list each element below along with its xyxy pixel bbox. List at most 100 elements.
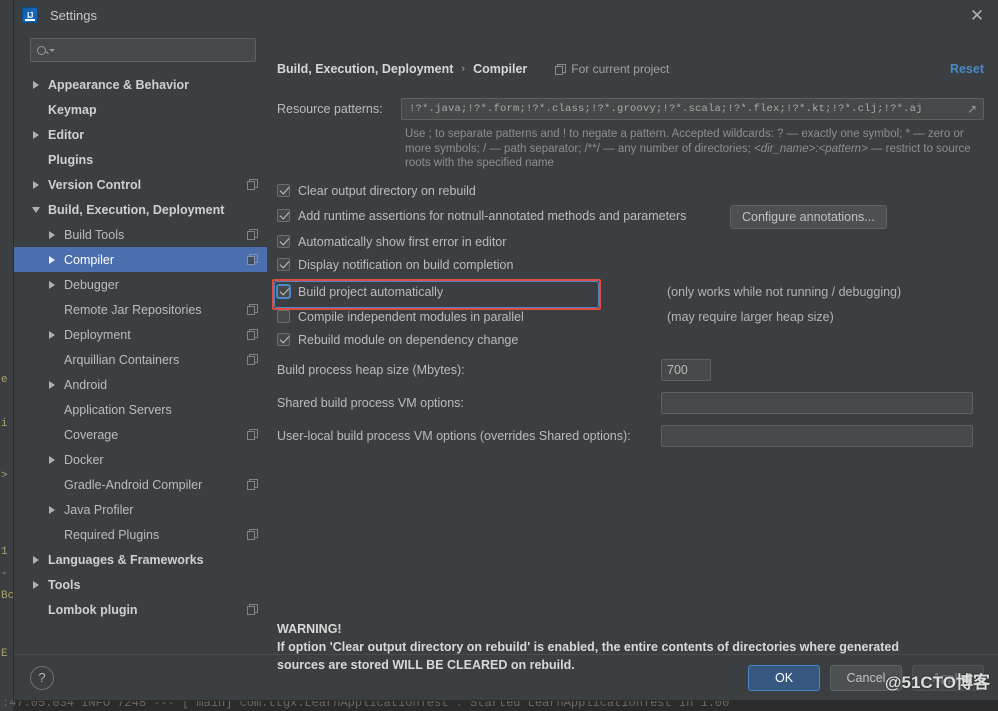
- chevron-right-icon[interactable]: [33, 130, 39, 139]
- chevron-down-icon[interactable]: [32, 206, 40, 213]
- project-scope-icon: [247, 229, 258, 240]
- checkbox-clear-output[interactable]: [277, 184, 290, 197]
- sidebar-item-deployment[interactable]: Deployment: [14, 322, 267, 347]
- sidebar-item-appearance-behavior[interactable]: Appearance & Behavior: [14, 72, 267, 97]
- chevron-right-icon[interactable]: [33, 555, 39, 564]
- tree-twisty[interactable]: [46, 380, 58, 389]
- breadcrumb-root[interactable]: Build, Execution, Deployment: [277, 62, 453, 76]
- chevron-right-icon[interactable]: [33, 80, 39, 89]
- sidebar-item-gradle-android-compiler[interactable]: Gradle-Android Compiler: [14, 472, 267, 497]
- help-icon[interactable]: ?: [30, 665, 54, 690]
- checkbox-runtime-assertions[interactable]: [277, 209, 290, 222]
- expand-editor-icon[interactable]: ↗: [967, 103, 979, 115]
- user-vm-options-input[interactable]: [661, 424, 973, 447]
- note-build-automatically: (only works while not running / debuggin…: [667, 284, 902, 299]
- sidebar-item-coverage[interactable]: Coverage: [14, 422, 267, 447]
- checkbox-row-display-notification[interactable]: Display notification on build completion: [277, 258, 984, 272]
- sidebar-item-tools[interactable]: Tools: [14, 572, 267, 597]
- sidebar-item-build-tools[interactable]: Build Tools: [14, 222, 267, 247]
- chevron-right-icon[interactable]: [49, 255, 55, 264]
- sidebar-item-languages-frameworks[interactable]: Languages & Frameworks: [14, 547, 267, 572]
- for-current-project-text: For current project: [571, 62, 670, 76]
- sidebar-item-version-control[interactable]: Version Control: [14, 172, 267, 197]
- tree-twisty[interactable]: [46, 330, 58, 339]
- resource-patterns-row: Resource patterns: ↗: [277, 98, 984, 120]
- checkbox-parallel-modules[interactable]: [277, 310, 290, 323]
- sidebar-item-java-profiler[interactable]: Java Profiler: [14, 497, 267, 522]
- warning-line-2: sources are stored WILL BE CLEARED on re…: [277, 658, 575, 672]
- sidebar-item-required-plugins[interactable]: Required Plugins: [14, 522, 267, 547]
- project-scope-icon: [247, 254, 258, 265]
- tree-twisty[interactable]: [46, 455, 58, 464]
- checkbox-label-rebuild-on-dependency: Rebuild module on dependency change: [298, 332, 519, 347]
- settings-dialog: Settings ✕ Appearance & Behavior Keymap Ed…: [14, 0, 998, 700]
- shared-vm-options-input[interactable]: [661, 391, 973, 414]
- checkbox-row-rebuild-on-dependency[interactable]: Rebuild module on dependency change: [277, 333, 984, 347]
- tree-twisty[interactable]: [30, 206, 42, 213]
- tree-twisty[interactable]: [30, 555, 42, 564]
- sidebar-item-keymap[interactable]: Keymap: [14, 97, 267, 122]
- breadcrumb-separator: ›: [461, 63, 466, 75]
- sidebar-item-docker[interactable]: Docker: [14, 447, 267, 472]
- sidebar-item-lombok-plugin[interactable]: Lombok plugin: [14, 597, 267, 622]
- checkbox-rebuild-on-dependency[interactable]: [277, 333, 290, 346]
- checkbox-row-show-first-error[interactable]: Automatically show first error in editor: [277, 235, 984, 249]
- search-container: [14, 34, 267, 72]
- tree-twisty[interactable]: [30, 130, 42, 139]
- sidebar-item-debugger[interactable]: Debugger: [14, 272, 267, 297]
- checkbox-row-build-automatically[interactable]: Build project automatically (only works …: [272, 278, 984, 310]
- chevron-right-icon[interactable]: [49, 505, 55, 514]
- tree-twisty[interactable]: [30, 580, 42, 589]
- sidebar-item-compiler[interactable]: Compiler: [14, 247, 267, 272]
- checkbox-label-build-automatically: Build project automatically: [298, 284, 444, 299]
- tree-twisty[interactable]: [46, 280, 58, 289]
- sidebar-item-label: Deployment: [64, 327, 131, 342]
- checkbox-display-notification[interactable]: [277, 258, 290, 271]
- tree-twisty[interactable]: [46, 230, 58, 239]
- sidebar-item-label: Build, Execution, Deployment: [48, 202, 225, 217]
- sidebar-item-label: Required Plugins: [64, 527, 160, 542]
- chevron-right-icon[interactable]: [49, 280, 55, 289]
- chevron-right-icon[interactable]: [33, 580, 39, 589]
- tree-twisty[interactable]: [30, 80, 42, 89]
- breadcrumb-leaf: Compiler: [473, 62, 528, 76]
- sidebar-item-remote-jar-repositories[interactable]: Remote Jar Repositories: [14, 297, 267, 322]
- sidebar-item-arquillian-containers[interactable]: Arquillian Containers: [14, 347, 267, 372]
- close-icon[interactable]: ✕: [966, 4, 988, 26]
- search-box[interactable]: [30, 38, 256, 62]
- sidebar-item-application-servers[interactable]: Application Servers: [14, 397, 267, 422]
- chevron-right-icon[interactable]: [49, 455, 55, 464]
- search-input[interactable]: [55, 42, 249, 58]
- user-vm-options-row: User-local build process VM options (ove…: [277, 424, 984, 447]
- checkbox-row-clear-output[interactable]: Clear output directory on rebuild: [277, 184, 984, 198]
- chevron-right-icon[interactable]: [49, 230, 55, 239]
- checkbox-row-parallel-modules[interactable]: Compile independent modules in parallel …: [277, 310, 984, 324]
- tree-twisty[interactable]: [46, 505, 58, 514]
- sidebar-item-label: Languages & Frameworks: [48, 552, 204, 567]
- checkbox-build-automatically[interactable]: [277, 285, 290, 298]
- checkbox-row-runtime-assertions[interactable]: Add runtime assertions for notnull-annot…: [277, 204, 984, 229]
- sidebar-item-label: Debugger: [64, 277, 119, 292]
- resource-patterns-help-text: Use ; to separate patterns and ! to nega…: [405, 127, 984, 171]
- resource-patterns-field[interactable]: ↗: [401, 98, 984, 120]
- sidebar-item-plugins[interactable]: Plugins: [14, 147, 267, 172]
- reset-link[interactable]: Reset: [950, 62, 984, 76]
- resource-patterns-input[interactable]: [407, 102, 967, 116]
- chevron-right-icon[interactable]: [49, 330, 55, 339]
- heap-size-input[interactable]: [661, 358, 711, 381]
- tree-twisty[interactable]: [30, 180, 42, 189]
- configure-annotations-button[interactable]: Configure annotations...: [730, 204, 887, 229]
- tree-twisty[interactable]: [46, 255, 58, 264]
- warning-title: WARNING!: [277, 622, 342, 636]
- settings-tree[interactable]: Appearance & Behavior Keymap Editor Plugins…: [14, 72, 267, 654]
- sidebar-item-editor[interactable]: Editor: [14, 122, 267, 147]
- project-scope-icon: [247, 354, 258, 365]
- sidebar-item-android[interactable]: Android: [14, 372, 267, 397]
- sidebar-item-build-execution-deployment[interactable]: Build, Execution, Deployment: [14, 197, 267, 222]
- chevron-right-icon[interactable]: [33, 180, 39, 189]
- chevron-right-icon[interactable]: [49, 380, 55, 389]
- gutter-mark: Bc: [1, 590, 15, 602]
- dialog-title: Settings: [50, 7, 97, 23]
- checkbox-show-first-error[interactable]: [277, 235, 290, 248]
- project-scope-icon: [247, 179, 258, 190]
